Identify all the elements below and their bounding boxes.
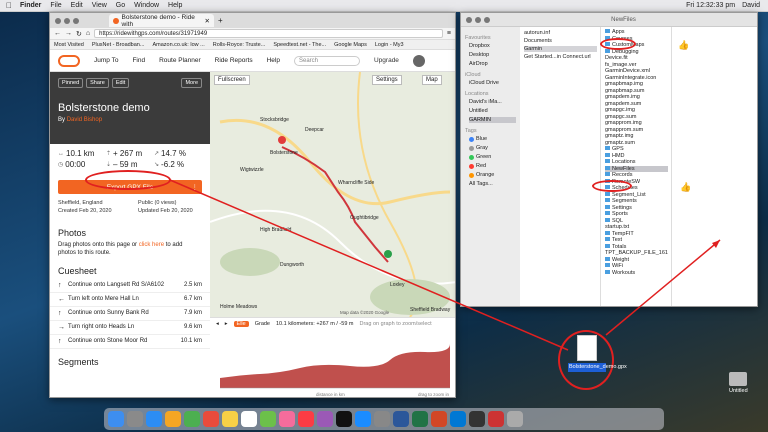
thumbs-up-icon: 👍 <box>678 40 690 50</box>
disk-icon <box>729 372 748 386</box>
launchpad-dock-icon[interactable] <box>127 411 143 427</box>
music-dock-icon[interactable] <box>298 411 314 427</box>
acrobat-dock-icon[interactable] <box>488 411 504 427</box>
desktop-file-label: Bolsterstone_demo.gpx <box>568 363 627 372</box>
terminal-dock-icon[interactable] <box>469 411 485 427</box>
reminders-dock-icon[interactable] <box>241 411 257 427</box>
word-dock-icon[interactable] <box>393 411 409 427</box>
calendar-dock-icon[interactable] <box>203 411 219 427</box>
messages-dock-icon[interactable] <box>184 411 200 427</box>
podcasts-dock-icon[interactable] <box>317 411 333 427</box>
tv-dock-icon[interactable] <box>336 411 352 427</box>
desktop-gpx-file[interactable]: Bolsterstone_demo.gpx <box>568 335 627 372</box>
annotation-arrows <box>169 179 721 351</box>
thumbs-up-icon: 👍 <box>680 182 692 192</box>
document-icon <box>577 335 597 361</box>
dock <box>104 408 664 430</box>
firefox-dock-icon[interactable] <box>165 411 181 427</box>
disk-label: Untitled <box>729 388 748 394</box>
trash-dock-icon[interactable] <box>507 411 523 427</box>
excel-dock-icon[interactable] <box>412 411 428 427</box>
desktop-disk-untitled[interactable]: Untitled <box>729 372 748 394</box>
appstore-dock-icon[interactable] <box>355 411 371 427</box>
outlook-dock-icon[interactable] <box>450 411 466 427</box>
finder-dock-icon[interactable] <box>108 411 124 427</box>
safari-dock-icon[interactable] <box>146 411 162 427</box>
settings-dock-icon[interactable] <box>374 411 390 427</box>
maps-dock-icon[interactable] <box>260 411 276 427</box>
powerpoint-dock-icon[interactable] <box>431 411 447 427</box>
notes-dock-icon[interactable] <box>222 411 238 427</box>
photos-dock-icon[interactable] <box>279 411 295 427</box>
